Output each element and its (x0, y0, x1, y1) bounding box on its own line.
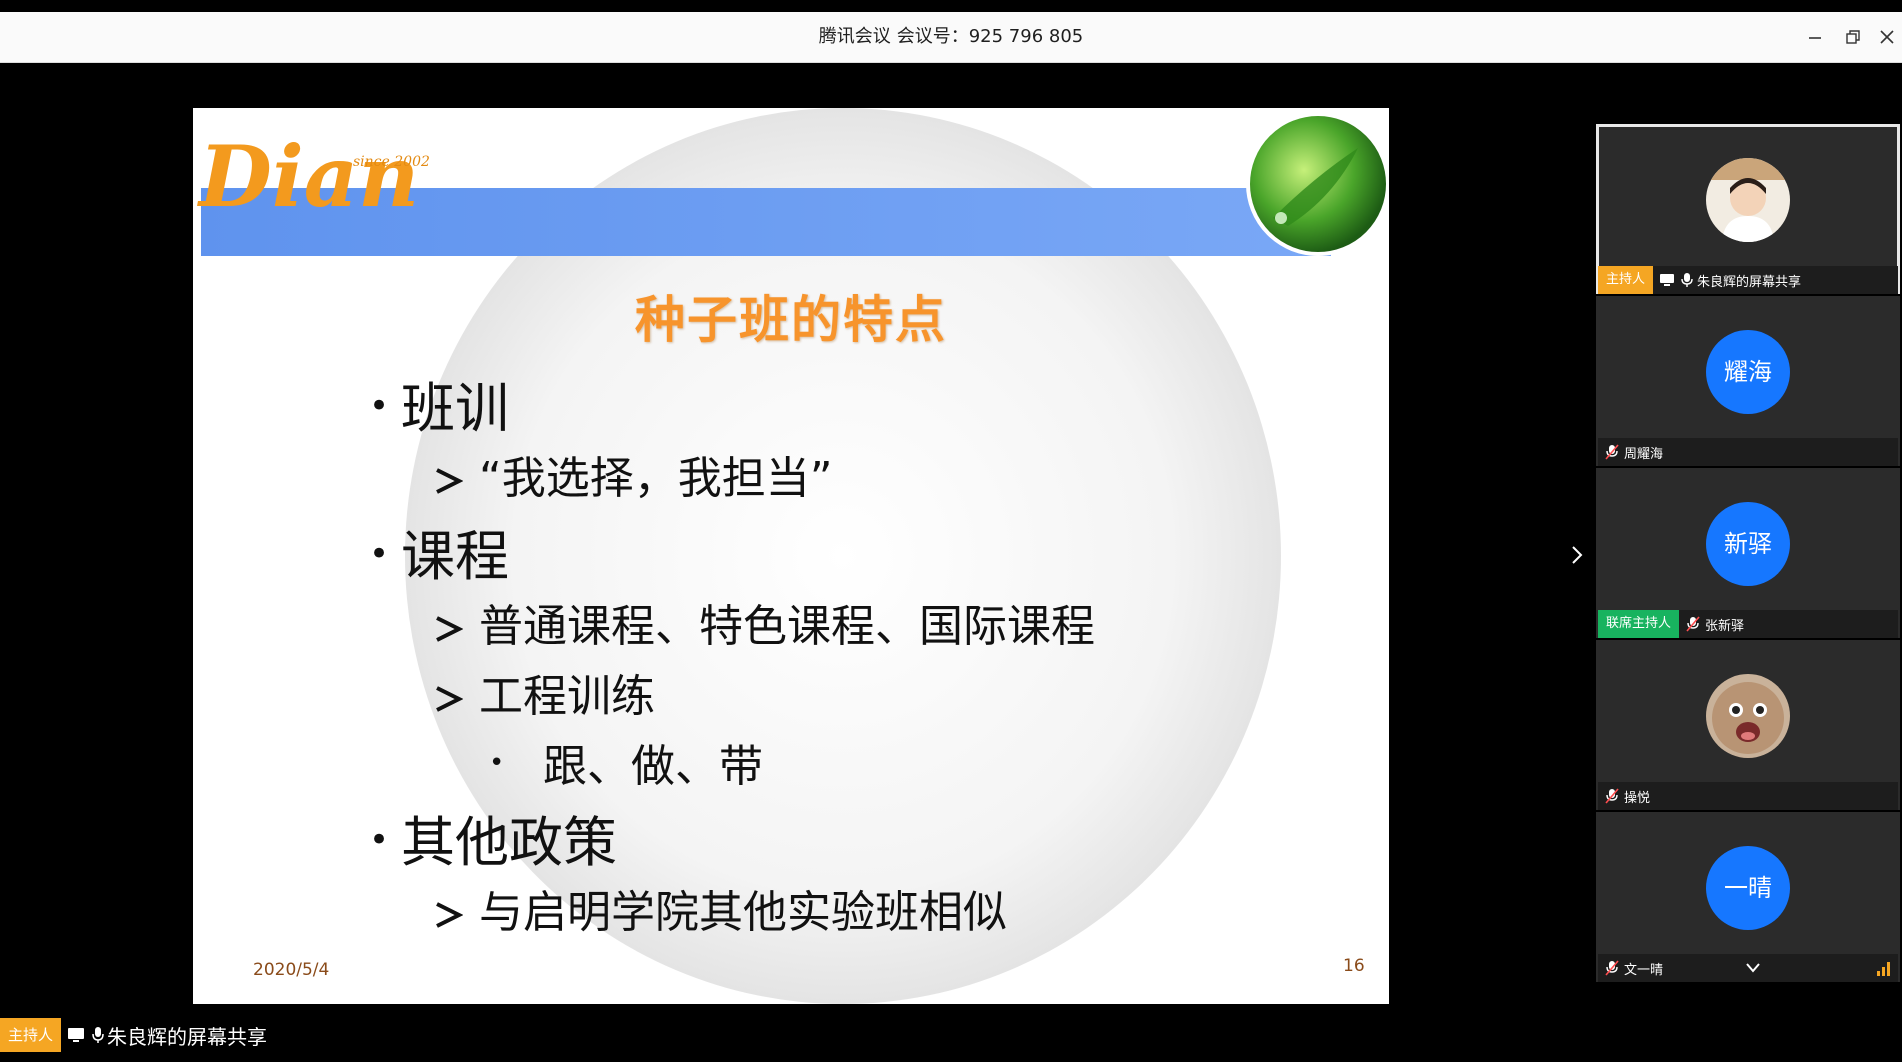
microphone-muted-icon (1604, 960, 1620, 976)
participant-name: 朱良辉的屏幕共享 (1697, 274, 1802, 290)
bullet-text: 班训 (401, 377, 509, 440)
bullet-text: “我选择，我担当” (479, 453, 833, 504)
participant-tile[interactable]: 耀海 周耀海 (1596, 296, 1900, 466)
avatar: 一晴 (1706, 846, 1790, 930)
microphone-muted-icon (1604, 444, 1620, 460)
bullet-text: 普通课程、特色课程、国际课程 (479, 601, 1095, 652)
participant-tile[interactable]: 一晴 文一晴 (1596, 812, 1900, 982)
bullet-level1: • 其他政策 (369, 798, 617, 877)
bullet-level2: 普通课程、特色课程、国际课程 (433, 590, 1095, 654)
arrow-bullet-icon (433, 684, 479, 714)
participant-name: 操悦 (1624, 790, 1651, 806)
bullet-dot-icon: • (369, 386, 390, 427)
meeting-id: 会议号：925 796 805 (896, 26, 1084, 47)
screen-share-icon (1659, 272, 1675, 288)
window-title: 腾讯会议 会议号：925 796 805 (0, 12, 1902, 62)
avatar: 耀海 (1706, 330, 1790, 414)
screen-share-label: 主持人 朱良辉的屏幕共享 (0, 1018, 267, 1052)
participant-info-bar: 主持人 朱良辉的屏幕共享 (1598, 266, 1898, 294)
microphone-icon (91, 1026, 105, 1044)
minimize-icon (1809, 37, 1821, 39)
bullet-text: 课程 (401, 525, 509, 588)
close-icon (1880, 30, 1894, 44)
participant-name: 周耀海 (1624, 446, 1664, 462)
bullet-text: 与启明学院其他实验班相似 (479, 887, 1007, 938)
bullet-level1: • 班训 (369, 364, 509, 443)
avatar (1706, 674, 1790, 758)
participant-tile[interactable]: 操悦 (1596, 640, 1900, 810)
bullet-dot-icon: • (489, 748, 505, 778)
avatar: 新驿 (1706, 502, 1790, 586)
close-button[interactable] (1872, 22, 1902, 52)
bullet-dot-icon: • (369, 820, 390, 861)
arrow-bullet-icon (433, 900, 479, 930)
participant-info-bar: 联席主持人 张新驿 (1598, 610, 1898, 638)
microphone-muted-icon (1604, 788, 1620, 804)
minimize-button[interactable] (1800, 22, 1830, 52)
bullet-level1: • 课程 (369, 512, 509, 591)
bullet-text: 跟、做、带 (543, 741, 763, 792)
arrow-bullet-icon (433, 466, 479, 496)
dian-logo: Dian since 2002 (197, 127, 430, 226)
bullet-level3: • 跟、做、带 (489, 730, 763, 794)
avatar (1706, 158, 1790, 242)
slide-date: 2020/5/4 (253, 960, 330, 980)
bullet-text: 工程训练 (479, 671, 655, 722)
chevron-down-icon[interactable] (1744, 960, 1762, 980)
participant-info-bar: 周耀海 (1598, 438, 1898, 466)
toggle-gallery-button[interactable] (1562, 540, 1592, 570)
participant-name: 文一晴 (1624, 962, 1664, 978)
svg-text:Dian: Dian (197, 127, 419, 226)
restore-button[interactable] (1838, 22, 1868, 52)
sharer-name: 朱良辉的屏幕共享 (107, 1024, 268, 1049)
host-badge: 主持人 (1598, 266, 1654, 294)
host-badge: 主持人 (0, 1018, 62, 1052)
signal-strength-icon (1876, 960, 1892, 980)
bullet-text: 其他政策 (401, 811, 617, 874)
participant-tile[interactable]: 新驿 联席主持人 张新驿 (1596, 468, 1900, 638)
bullet-level2: 与启明学院其他实验班相似 (433, 876, 1007, 940)
app-name: 腾讯会议 (818, 26, 891, 47)
bullet-level2: 工程训练 (433, 660, 655, 724)
bullet-level2: “我选择，我担当” (433, 442, 833, 506)
participant-info-bar: 文一晴 (1598, 954, 1898, 982)
bullet-dot-icon: • (369, 534, 390, 575)
microphone-muted-icon (1685, 616, 1701, 632)
screen-share-icon (67, 1026, 85, 1044)
chevron-right-icon (1572, 546, 1583, 564)
restore-icon (1846, 30, 1860, 44)
participant-name: 张新驿 (1705, 618, 1745, 634)
arrow-bullet-icon (433, 614, 479, 644)
cohost-badge: 联席主持人 (1598, 610, 1680, 638)
shared-screen-slide: Dian since 2002 种子班的特点 • 班训 “我选择，我担当” • 课程… (193, 108, 1389, 1004)
participant-tile[interactable]: 主持人 朱良辉的屏幕共享 (1596, 124, 1900, 294)
microphone-icon (1681, 272, 1693, 288)
title-bar: 腾讯会议 会议号：925 796 805 (0, 12, 1902, 63)
slide-title: 种子班的特点 (635, 291, 947, 349)
svg-text:since 2002: since 2002 (353, 154, 430, 170)
participant-info-bar: 操悦 (1598, 782, 1898, 810)
slide-page-number: 16 (1343, 956, 1365, 976)
